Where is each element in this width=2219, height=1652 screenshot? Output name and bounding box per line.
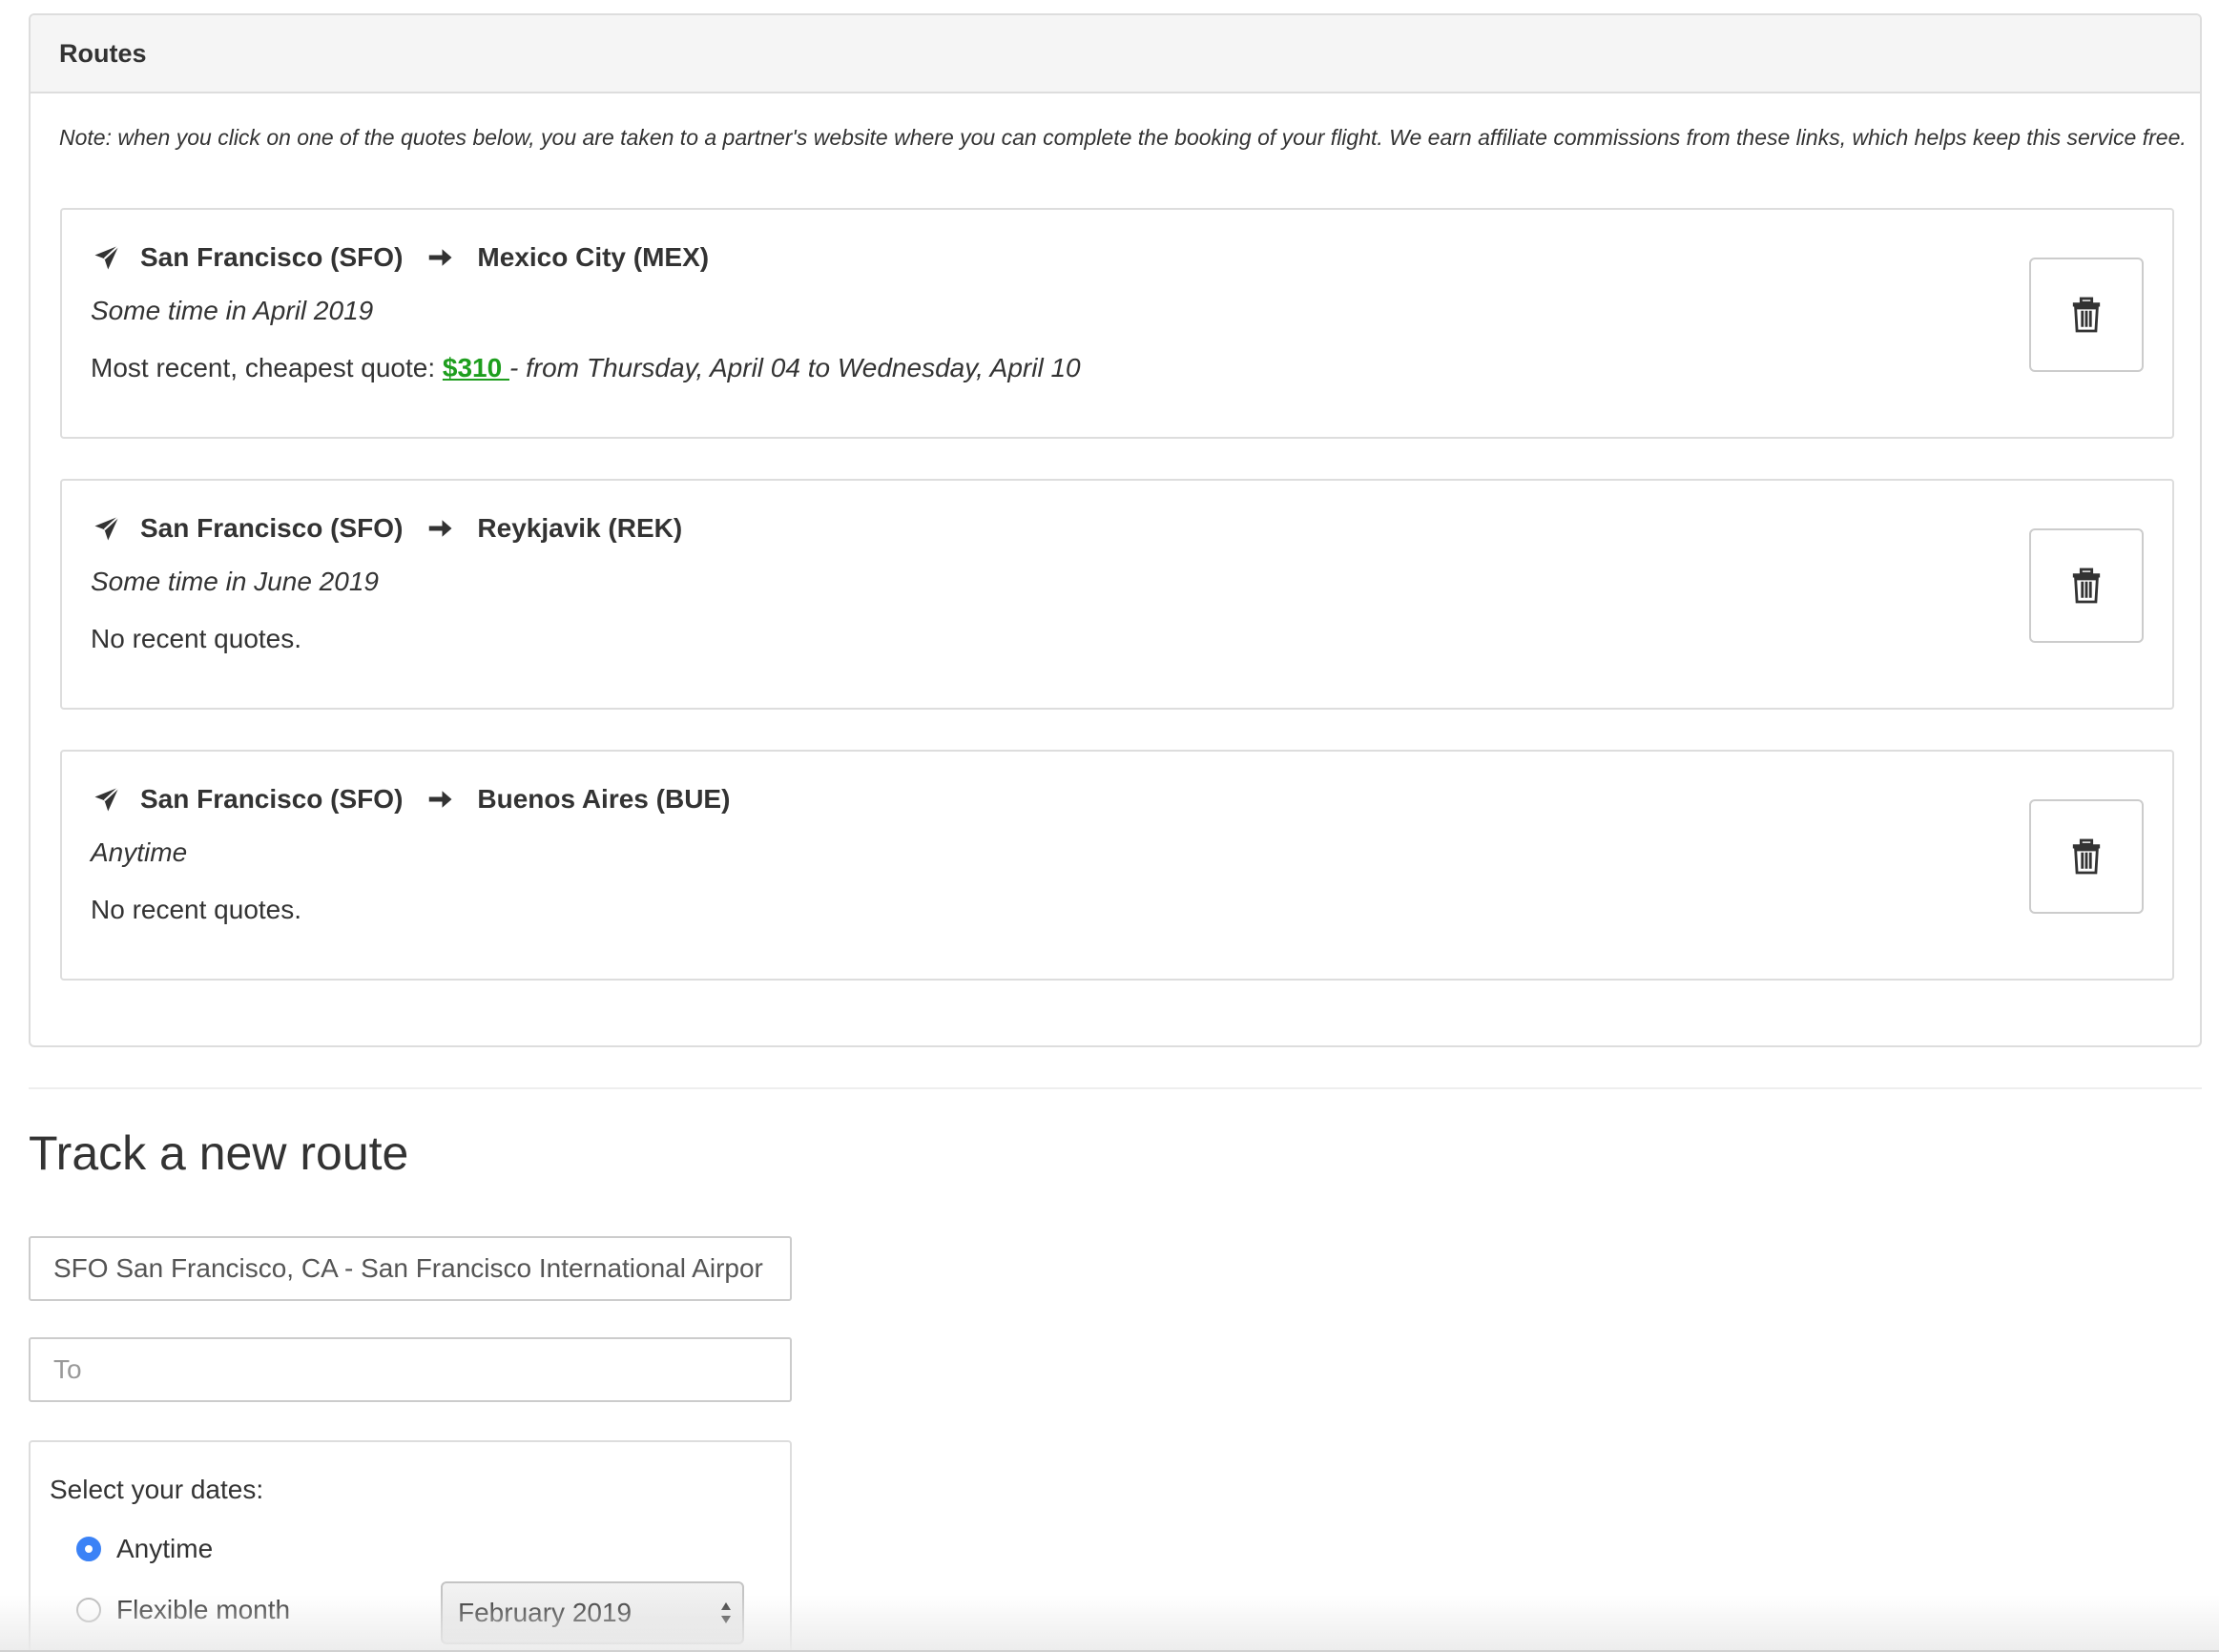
arrow-right-icon bbox=[424, 783, 456, 816]
dates-label: Select your dates: bbox=[50, 1475, 264, 1504]
route-destination: Buenos Aires (BUE) bbox=[477, 784, 731, 814]
route-dates: Some time in April 2019 bbox=[91, 296, 374, 325]
radio-option-anytime[interactable]: Anytime bbox=[76, 1534, 213, 1564]
paper-plane-icon bbox=[91, 241, 123, 274]
route-title: San Francisco (SFO) Reykjavik (REK) bbox=[91, 509, 682, 547]
quote-date-range: - from Thursday, April 04 to Wednesday, … bbox=[508, 353, 1081, 382]
route-card: San Francisco (SFO) Mexico City (MEX) So… bbox=[60, 208, 2174, 439]
section-divider bbox=[29, 1087, 2202, 1089]
trash-icon bbox=[2072, 568, 2101, 604]
route-destination: Mexico City (MEX) bbox=[477, 242, 710, 272]
route-title: San Francisco (SFO) Buenos Aires (BUE) bbox=[91, 780, 730, 818]
route-title: San Francisco (SFO) Mexico City (MEX) bbox=[91, 238, 709, 277]
route-card: San Francisco (SFO) Reykjavik (REK) Some… bbox=[60, 479, 2174, 710]
route-quote: No recent quotes. bbox=[91, 895, 302, 924]
route-origin: San Francisco (SFO) bbox=[140, 242, 404, 272]
route-card: San Francisco (SFO) Buenos Aires (BUE) A… bbox=[60, 750, 2174, 981]
quote-prefix: Most recent, cheapest quote: bbox=[91, 353, 443, 382]
select-arrows-icon bbox=[721, 1602, 731, 1623]
date-selection-box: Select your dates: Anytime Flexible mont… bbox=[29, 1440, 792, 1652]
route-dates: Some time in June 2019 bbox=[91, 567, 379, 596]
route-origin: San Francisco (SFO) bbox=[140, 784, 404, 814]
month-select-value: February 2019 bbox=[458, 1598, 633, 1627]
routes-panel: Routes Note: when you click on one of th… bbox=[29, 13, 2202, 1047]
route-dates: Anytime bbox=[91, 837, 188, 867]
radio-option-flexible-month[interactable]: Flexible month bbox=[76, 1595, 290, 1625]
quote-price-link[interactable]: $310 bbox=[443, 353, 509, 382]
arrow-right-icon bbox=[424, 512, 456, 545]
route-quote: Most recent, cheapest quote: $310 - from… bbox=[91, 353, 1081, 383]
trash-icon bbox=[2072, 838, 2101, 875]
to-airport-input[interactable] bbox=[29, 1337, 792, 1402]
affiliate-note: Note: when you click on one of the quote… bbox=[59, 125, 2187, 150]
route-quote: No recent quotes. bbox=[91, 624, 302, 653]
delete-route-button[interactable] bbox=[2029, 258, 2144, 372]
anytime-label: Anytime bbox=[116, 1534, 214, 1563]
page: Routes Note: when you click on one of th… bbox=[0, 0, 2219, 1652]
flexible-month-label: Flexible month bbox=[116, 1595, 291, 1624]
flexible-month-radio[interactable] bbox=[76, 1598, 101, 1622]
paper-plane-icon bbox=[91, 783, 123, 816]
route-origin: San Francisco (SFO) bbox=[140, 513, 404, 543]
routes-panel-title: Routes bbox=[31, 15, 2200, 93]
month-select[interactable]: February 2019 bbox=[441, 1581, 744, 1644]
from-airport-input[interactable] bbox=[29, 1236, 792, 1301]
track-route-title: Track a new route bbox=[29, 1126, 409, 1180]
paper-plane-icon bbox=[91, 512, 123, 545]
anytime-radio[interactable] bbox=[76, 1537, 101, 1561]
arrow-right-icon bbox=[424, 241, 456, 274]
trash-icon bbox=[2072, 297, 2101, 333]
delete-route-button[interactable] bbox=[2029, 799, 2144, 914]
route-destination: Reykjavik (REK) bbox=[477, 513, 683, 543]
delete-route-button[interactable] bbox=[2029, 528, 2144, 643]
